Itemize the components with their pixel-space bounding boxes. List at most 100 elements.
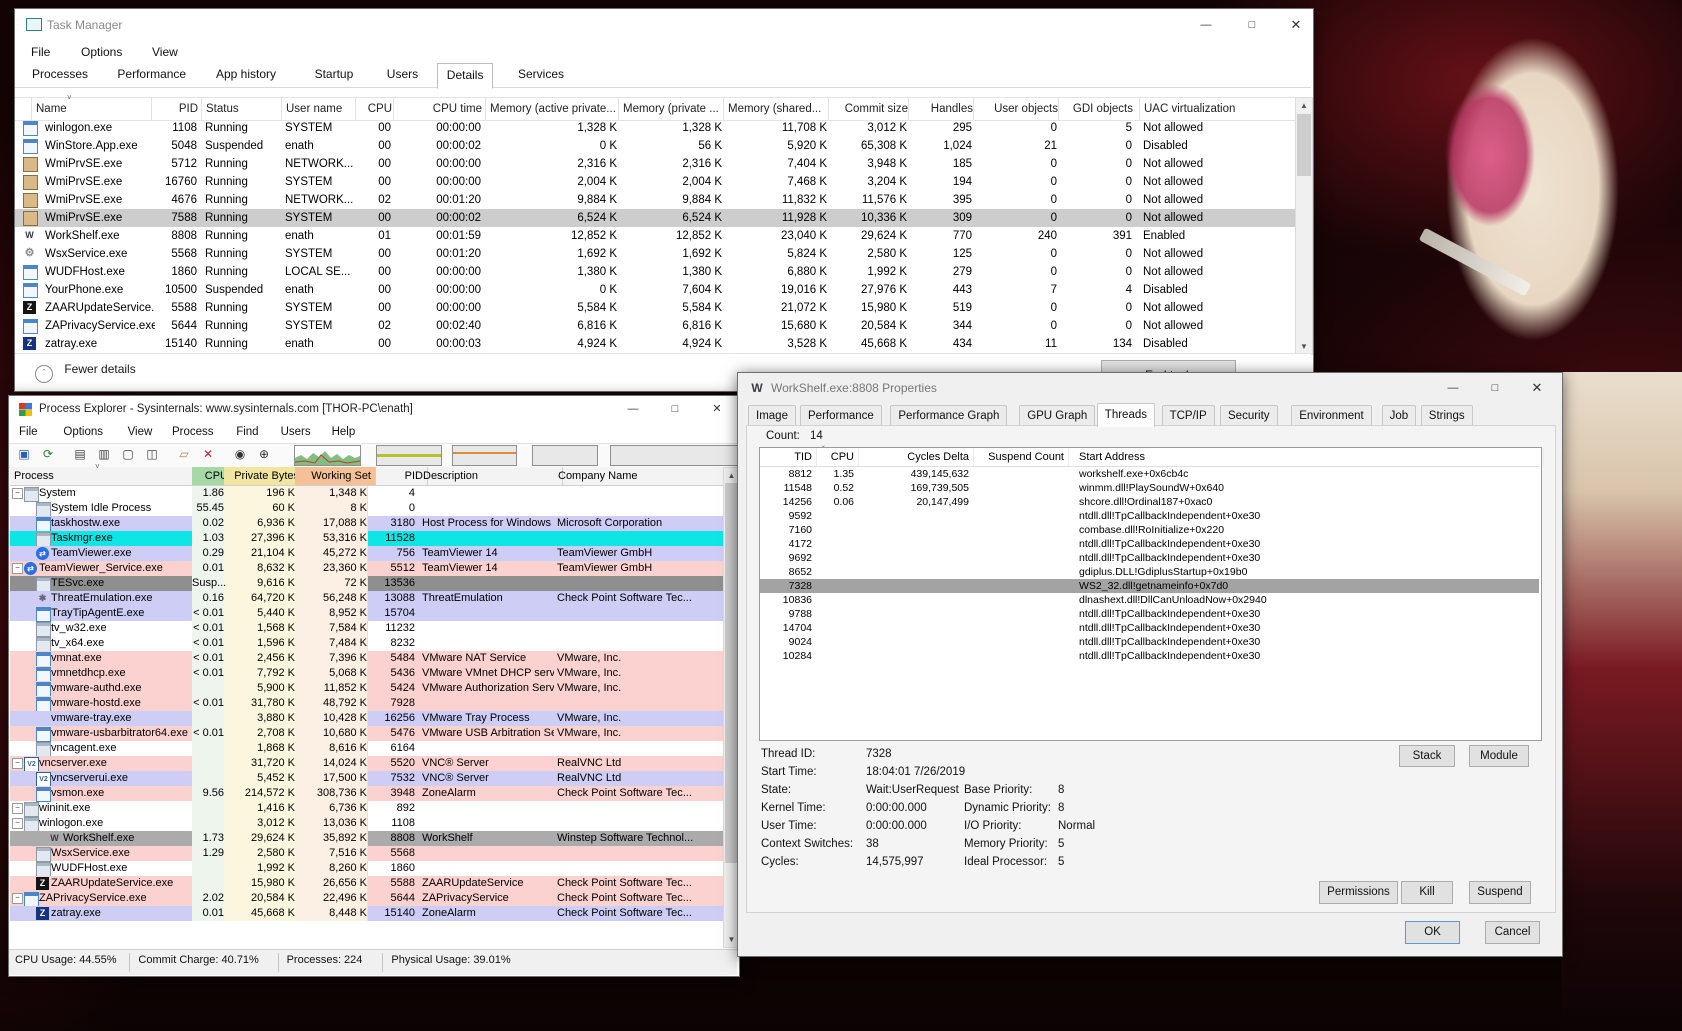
pe-menu-options[interactable]: Options	[63, 426, 103, 438]
props-tab-security[interactable]: Security	[1220, 405, 1278, 426]
table-row[interactable]: WUDFHost.exe1,992 K8,260 K1860	[10, 861, 724, 876]
find-window-target-icon[interactable]: ⊕	[255, 446, 273, 463]
props-tab-tcp-ip[interactable]: TCP/IP	[1162, 405, 1215, 426]
table-row[interactable]: vsmon.exe9.56214,572 K308,736 K3948ZoneA…	[10, 786, 724, 801]
pe-titlebar[interactable]: Process Explorer - Sysinternals: www.sys…	[9, 396, 739, 423]
thread-column-header[interactable]: Start Address	[1075, 448, 1544, 466]
props-close-button[interactable]: ✕	[1522, 377, 1552, 399]
process-tree-icon[interactable]: ▥	[95, 446, 113, 463]
table-row[interactable]: vmware-authd.exe5,900 K11,852 K5424VMwar…	[10, 681, 724, 696]
table-row[interactable]: WUDFHost.exe1860RunningLOCAL SE...0000:0…	[15, 263, 1295, 281]
kill-button[interactable]: Kill	[1401, 881, 1453, 904]
table-row[interactable]: ZAPrivacyService.exe5644RunningSYSTEM020…	[15, 317, 1295, 335]
pe-column-header[interactable]: Description	[419, 467, 563, 485]
table-row[interactable]: −ZAPrivacyService.exe2.0220,584 K22,496 …	[10, 891, 724, 906]
table-row[interactable]: −winlogon.exe3,012 K13,036 K1108	[10, 816, 724, 831]
tree-collapse-icon[interactable]: −	[12, 893, 23, 904]
tm-column-header[interactable]: Memory (shared...	[723, 98, 832, 120]
tree-collapse-icon[interactable]: −	[12, 563, 23, 574]
tm-column-header[interactable]: Memory (private ...	[618, 98, 727, 120]
properties-icon[interactable]: ▱	[175, 446, 193, 463]
tm-column-header[interactable]: User objects	[973, 98, 1062, 120]
tree-collapse-icon[interactable]: −	[12, 758, 23, 769]
table-row[interactable]: tv_w32.exe< 0.011,568 K7,584 K11232	[10, 621, 724, 636]
io-graph[interactable]	[452, 445, 517, 466]
table-row[interactable]: 4172ntdll.dll!TpCallbackIndependent+0xe3…	[760, 537, 1539, 551]
tm-column-header[interactable]: Memory (active private...	[485, 98, 622, 120]
pe-column-header[interactable]: Private Bytes	[224, 467, 304, 485]
props-tab-threads[interactable]: Threads	[1097, 403, 1155, 427]
table-row[interactable]: YourPhone.exe10500Suspendedenath0000:00:…	[15, 281, 1295, 299]
tm-column-header[interactable]: Commit size	[828, 98, 912, 120]
table-row[interactable]: WWorkShelf.exe1.7329,624 K35,892 K8808Wo…	[10, 831, 724, 846]
table-row[interactable]: winlogon.exe1108RunningSYSTEM0000:00:001…	[15, 119, 1295, 137]
pe-menu-users[interactable]: Users	[281, 426, 311, 438]
table-row[interactable]: WmiPrvSE.exe5712RunningNETWORK...0000:00…	[15, 155, 1295, 173]
table-row[interactable]: −⇄TeamViewer_Service.exe0.018,632 K23,36…	[10, 561, 724, 576]
table-row[interactable]: −System1.86196 K1,348 K4	[10, 486, 724, 501]
tm-column-header[interactable]: CPU time	[393, 98, 486, 120]
table-row[interactable]: 9788ntdll.dll!TpCallbackIndependent+0xe3…	[760, 607, 1539, 621]
table-row[interactable]: WmiPrvSE.exe4676RunningNETWORK...0200:01…	[15, 191, 1295, 209]
ok-button[interactable]: OK	[1405, 921, 1460, 944]
memory-graph[interactable]	[376, 445, 442, 466]
table-row[interactable]: vmnetdhcp.exe< 0.017,792 K5,068 K5436VMw…	[10, 666, 724, 681]
pe-close-button[interactable]: ✕	[702, 399, 732, 419]
refresh-icon[interactable]: ⟳	[39, 446, 57, 463]
tree-collapse-icon[interactable]: −	[12, 818, 23, 829]
tree-collapse-icon[interactable]: −	[12, 488, 23, 499]
find-handle-icon[interactable]: ◉	[231, 446, 249, 463]
tm-column-header[interactable]: Name	[31, 98, 156, 120]
tab-startup[interactable]: Startup	[306, 63, 363, 86]
tm-column-header[interactable]: GDI objects	[1058, 98, 1137, 120]
columns-icon[interactable]: ▢	[119, 446, 137, 463]
permissions-button[interactable]: Permissions	[1319, 881, 1398, 904]
table-row[interactable]: −wininit.exe1,416 K6,736 K892	[10, 801, 724, 816]
table-row[interactable]: 8652gdiplus.DLL!GdiplusStartup+0x19b0	[760, 565, 1539, 579]
table-row[interactable]: V2vncserverui.exe5,452 K17,500 K7532VNC®…	[10, 771, 724, 786]
pe-menu-view[interactable]: View	[128, 426, 153, 438]
tm-column-header[interactable]: UAC virtualization	[1139, 98, 1278, 120]
tm-menu-file[interactable]: File	[31, 45, 50, 59]
table-row[interactable]: ⚙WsxService.exe5568RunningSYSTEM0000:01:…	[15, 245, 1295, 263]
tree-collapse-icon[interactable]: −	[12, 803, 23, 814]
tab-users[interactable]: Users	[378, 63, 427, 86]
system-info-icon[interactable]: ▤	[71, 446, 89, 463]
tm-scroll-up-icon[interactable]: ▲	[1296, 98, 1312, 113]
table-row[interactable]: TESvc.exeSusp...9,616 K72 K13536	[10, 576, 724, 591]
table-row[interactable]: 7160combase.dll!RoInitialize+0x220	[760, 523, 1539, 537]
tm-maximize-button[interactable]: □	[1237, 14, 1267, 36]
table-row[interactable]: vmware-tray.exe3,880 K10,428 K16256VMwar…	[10, 711, 724, 726]
table-row[interactable]: WWorkShelf.exe8808Runningenath0100:01:59…	[15, 227, 1295, 245]
tm-column-header[interactable]: Status	[201, 98, 282, 120]
save-icon[interactable]: ▣	[15, 446, 33, 463]
table-row[interactable]: 88121.35439,145,632workshelf.exe+0x6cb4c	[760, 467, 1539, 481]
props-maximize-button[interactable]: □	[1480, 377, 1510, 399]
props-tab-environment[interactable]: Environment	[1291, 405, 1372, 426]
tab-services[interactable]: Services	[509, 63, 573, 86]
fewer-details-control[interactable]: ˆ Fewer details	[35, 362, 136, 383]
pe-column-header[interactable]: Process	[10, 467, 201, 485]
table-row[interactable]: vmware-usbarbitrator64.exe< 0.012,708 K1…	[10, 726, 724, 741]
tab-app-history[interactable]: App history	[207, 63, 285, 86]
table-row[interactable]: 10284ntdll.dll!TpCallbackIndependent+0xe…	[760, 649, 1539, 663]
pe-column-header[interactable]: Company Name	[554, 467, 733, 485]
tm-column-header[interactable]: PID	[151, 98, 202, 120]
table-row[interactable]: 9592ntdll.dll!TpCallbackIndependent+0xe3…	[760, 509, 1539, 523]
tm-minimize-button[interactable]: ―	[1191, 14, 1221, 36]
table-row[interactable]: 9024ntdll.dll!TpCallbackIndependent+0xe3…	[760, 635, 1539, 649]
tm-menu-options[interactable]: Options	[81, 45, 122, 59]
network-graph[interactable]	[610, 445, 739, 466]
pe-menu-find[interactable]: Find	[236, 426, 258, 438]
table-row[interactable]: 115480.52169,739,505winmm.dll!PlaySoundW…	[760, 481, 1539, 495]
thread-column-header[interactable]: Cycles Delta	[850, 448, 974, 466]
table-row[interactable]: WmiPrvSE.exe16760RunningSYSTEM0000:00:00…	[15, 173, 1295, 191]
table-row[interactable]: 14704ntdll.dll!TpCallbackIndependent+0xe…	[760, 621, 1539, 635]
table-row[interactable]: WinStore.App.exe5048Suspendedenath0000:0…	[15, 137, 1295, 155]
tm-scroll-thumb[interactable]	[1297, 114, 1311, 176]
table-row[interactable]: ZZAARUpdateService....5588RunningSYSTEM0…	[15, 299, 1295, 317]
cancel-button[interactable]: Cancel	[1485, 921, 1540, 944]
tab-processes[interactable]: Processes	[23, 63, 97, 86]
pe-column-header[interactable]: Working Set	[295, 467, 376, 485]
table-row[interactable]: Taskmgr.exe1.0327,396 K53,316 K11528	[10, 531, 724, 546]
